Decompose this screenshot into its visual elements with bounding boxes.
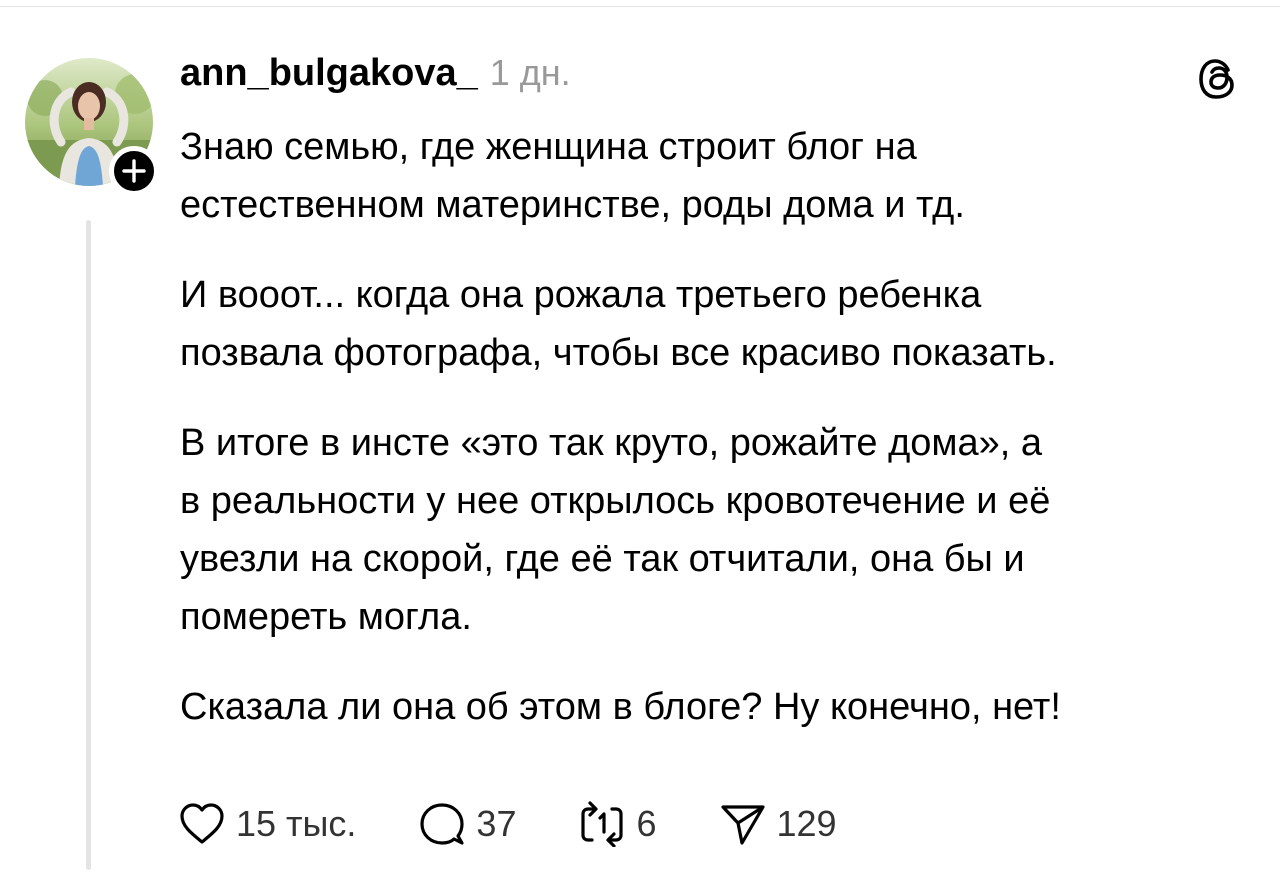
post-paragraph: В итоге в инсте «это так круто, рожайте … (180, 422, 1051, 638)
post-body: Знаю семью, где женщина строит блог на е… (180, 118, 1260, 768)
repost-icon (581, 801, 624, 847)
share-count: 129 (776, 803, 837, 844)
reply-count: 37 (476, 803, 517, 844)
post-paragraph: Сказала ли она об этом в блоге? Ну конеч… (180, 686, 1061, 728)
timestamp[interactable]: 1 дн. (490, 52, 571, 94)
top-divider (0, 6, 1280, 7)
post-actions: 15 тыс. 37 6 129 (178, 796, 899, 852)
repost-count: 6 (636, 803, 657, 844)
plus-icon (122, 159, 146, 183)
reply-button[interactable]: 37 (418, 801, 516, 847)
threads-logo-icon[interactable] (1196, 56, 1242, 102)
speech-bubble-icon (420, 803, 465, 845)
repost-button[interactable]: 6 (578, 801, 657, 847)
share-button[interactable]: 129 (719, 801, 837, 847)
like-count: 15 тыс. (236, 803, 357, 844)
username[interactable]: ann_bulgakova_ (180, 52, 478, 95)
thread-line (86, 220, 91, 870)
send-icon (720, 805, 765, 845)
like-button[interactable]: 15 тыс. (178, 801, 356, 847)
post-paragraph: Знаю семью, где женщина строит блог на е… (180, 126, 965, 226)
follow-button[interactable] (109, 146, 159, 196)
post-paragraph: И вооот... когда она рожала третьего реб… (180, 274, 1057, 374)
heart-icon (180, 803, 224, 844)
post-header: ann_bulgakova_ 1 дн. (180, 52, 571, 100)
